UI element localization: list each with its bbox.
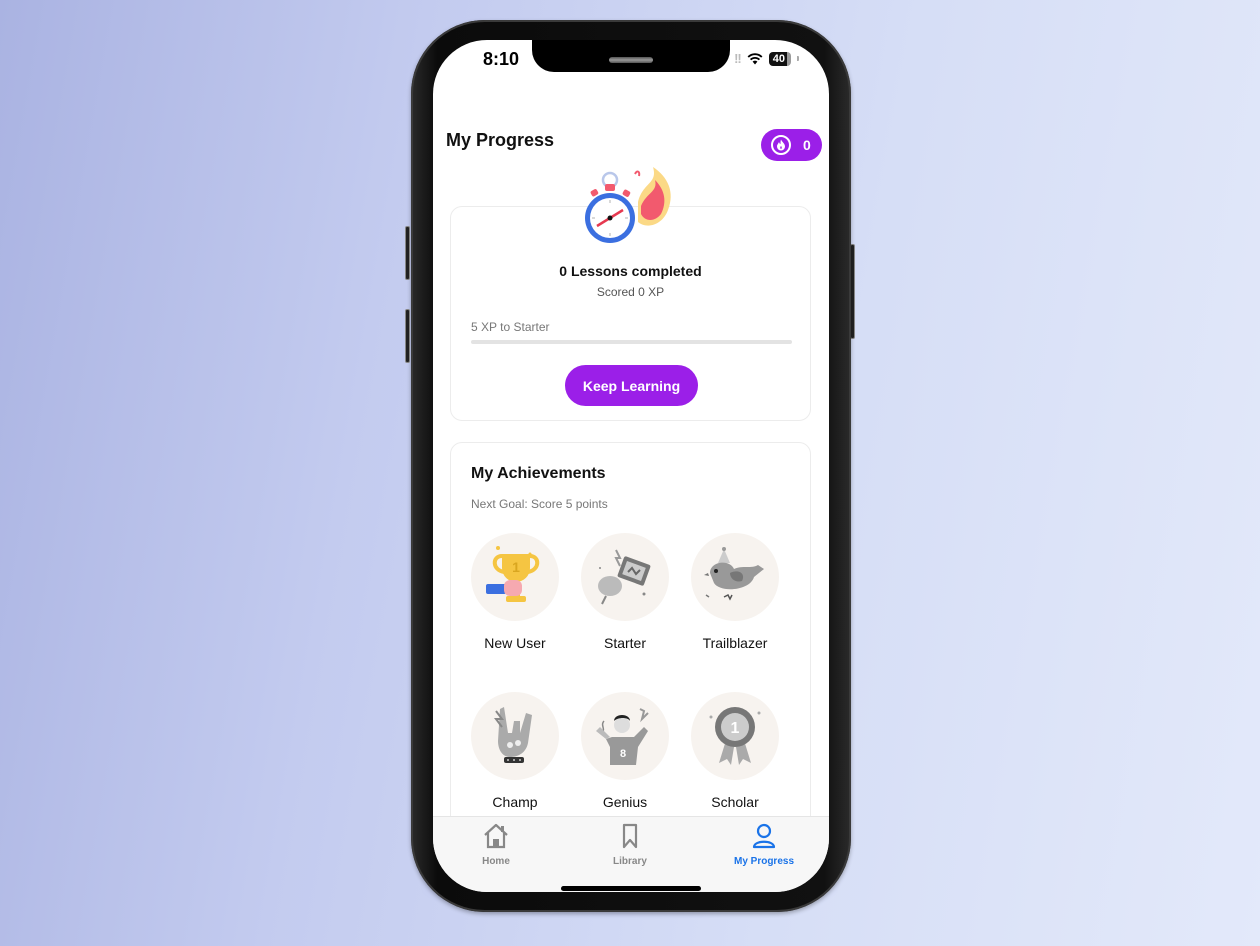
status-time: 8:10 bbox=[483, 49, 520, 69]
tab-label: Home bbox=[482, 856, 510, 867]
tab-home[interactable]: Home bbox=[446, 823, 546, 867]
tab-library[interactable]: Library bbox=[580, 823, 680, 867]
tab-label: Library bbox=[613, 856, 647, 867]
badge-label: Genius bbox=[602, 794, 648, 810]
badge-label: Trailblazer bbox=[702, 635, 768, 651]
tab-my-progress[interactable]: My Progress bbox=[714, 823, 814, 867]
bird-icon bbox=[704, 547, 764, 601]
bookmark-icon bbox=[622, 823, 638, 849]
lessons-completed: 0 Lessons completed bbox=[559, 263, 702, 279]
status-icons: !! 40 bbox=[734, 51, 799, 66]
notch bbox=[532, 40, 730, 72]
xp-to-next-level: 5 XP to Starter bbox=[471, 320, 550, 334]
badge-label: Scholar bbox=[711, 794, 759, 810]
badge-starter[interactable]: Starter bbox=[580, 533, 670, 651]
badge-champ[interactable]: Champ bbox=[470, 692, 560, 810]
phone-screen: 8:10 !! 40 My Progress 0 0 Lessons compl… bbox=[433, 40, 829, 892]
streak-count: 0 bbox=[803, 137, 811, 153]
achievements-card: My Achievements Next Goal: Score 5 point… bbox=[450, 442, 811, 862]
badge-trailblazer[interactable]: Trailblazer bbox=[690, 533, 780, 651]
svg-text:8: 8 bbox=[620, 748, 626, 760]
streak-button[interactable]: 0 bbox=[761, 129, 822, 161]
person-cheer-icon: 8 bbox=[596, 708, 649, 765]
battery-icon: 40 bbox=[768, 51, 791, 66]
badge-scholar[interactable]: 1 Scholar bbox=[690, 692, 780, 810]
signal-icon: !! bbox=[734, 51, 742, 66]
person-icon bbox=[752, 823, 776, 849]
page-title: My Progress bbox=[446, 130, 555, 150]
badge-new-user[interactable]: 1 New User bbox=[470, 533, 560, 651]
battery-tip bbox=[797, 56, 799, 61]
stopwatch-fire-icon bbox=[585, 167, 671, 243]
tab-bar: Home Library My Progress bbox=[433, 816, 829, 892]
badge-label: Starter bbox=[603, 635, 646, 651]
rock-hand-icon bbox=[494, 707, 532, 763]
achievements-title: My Achievements bbox=[471, 465, 606, 482]
fire-icon bbox=[771, 135, 791, 155]
mute-switch bbox=[405, 226, 410, 280]
badge-label: New User bbox=[484, 635, 546, 651]
wifi-icon bbox=[747, 52, 763, 64]
speaker bbox=[609, 57, 653, 63]
volume-button bbox=[405, 309, 410, 363]
battery-level: 40 bbox=[768, 51, 787, 66]
next-goal: Next Goal: Score 5 points bbox=[471, 497, 608, 511]
home-icon bbox=[484, 823, 508, 849]
svg-text:1: 1 bbox=[512, 559, 520, 575]
badge-label: Champ bbox=[492, 794, 538, 810]
home-indicator bbox=[561, 886, 701, 891]
scored-xp: Scored 0 XP bbox=[596, 285, 665, 299]
fist-badge-icon bbox=[598, 549, 651, 605]
tab-label: My Progress bbox=[733, 856, 795, 867]
badge-genius[interactable]: 8 Genius bbox=[580, 692, 670, 810]
keep-learning-button[interactable]: Keep Learning bbox=[565, 365, 698, 406]
svg-text:1: 1 bbox=[731, 720, 740, 737]
medal-ribbon-icon: 1 bbox=[709, 707, 761, 765]
xp-progress-bar bbox=[471, 340, 792, 344]
trophy-icon: 1 bbox=[486, 546, 540, 602]
